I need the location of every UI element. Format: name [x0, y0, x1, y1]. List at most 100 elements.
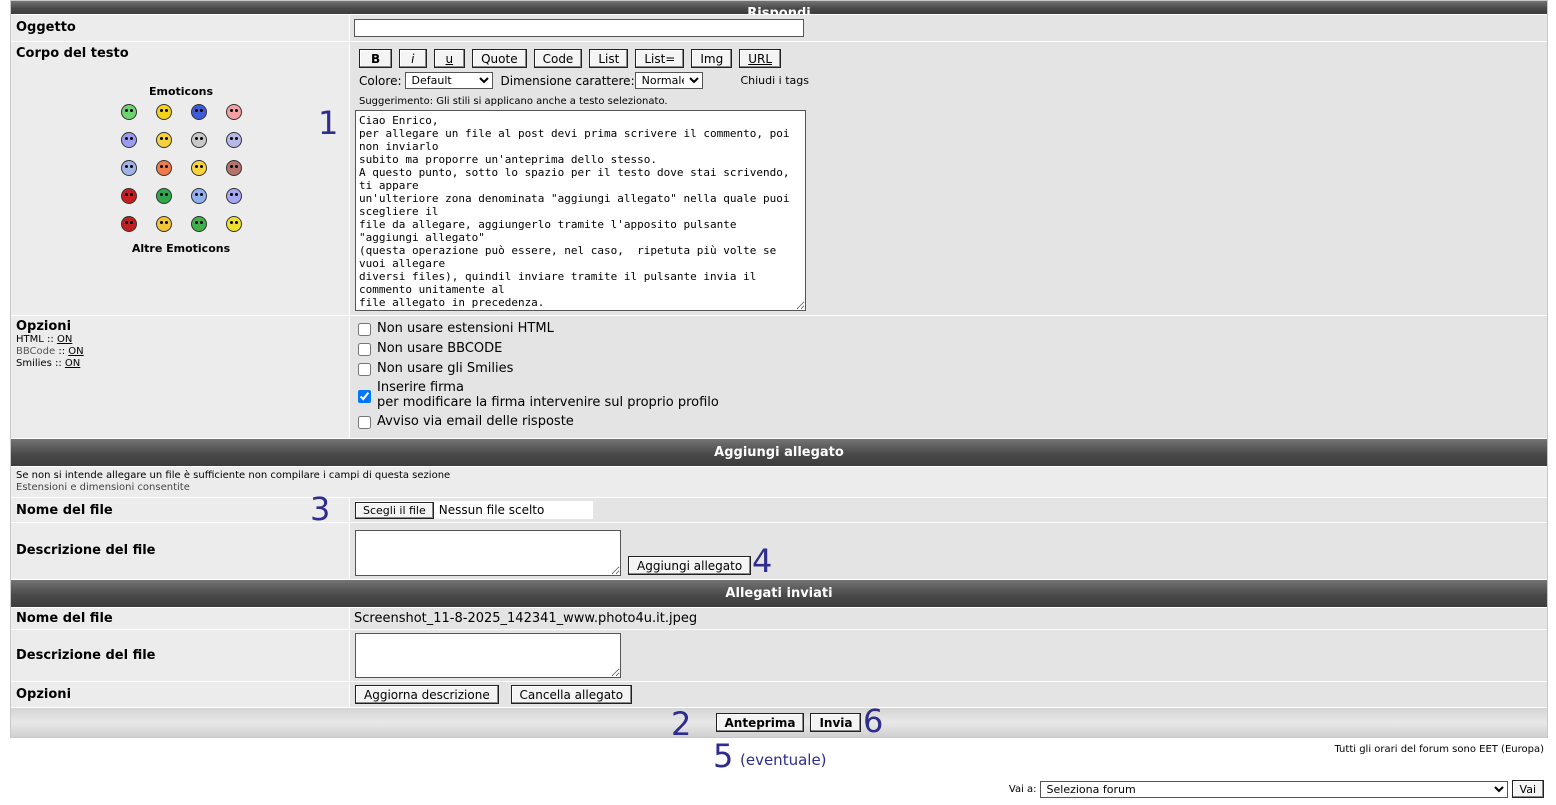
emoticon-8-icon[interactable] — [225, 132, 242, 148]
sent-description-row: Descrizione del file — [11, 630, 1547, 682]
file-picker[interactable]: Scegli il file Nessun file scelto — [355, 501, 593, 519]
emoticon-12-icon[interactable] — [225, 160, 242, 176]
style-hint: Suggerimento: Gli stili si applicano anc… — [359, 96, 668, 107]
font-size-label: Dimensione carattere: — [500, 73, 635, 88]
smilies-status: Smilies :: ON — [16, 358, 81, 369]
option-notify-email[interactable]: Avviso via email delle risposte — [358, 414, 1543, 429]
disable-bbcode-checkbox[interactable] — [358, 343, 371, 356]
attach-signature-checkbox[interactable] — [358, 389, 371, 403]
sent-file-row: Nome del file Screenshot_11-8-2025_14234… — [11, 608, 1547, 630]
emoticon-13-icon[interactable] — [120, 188, 137, 204]
file-description-label: Descrizione del file — [11, 523, 350, 579]
options-label-cell: Opzioni HTML :: ON BBCode :: ON Smilies … — [11, 316, 350, 438]
emoticon-6-icon[interactable] — [155, 132, 172, 148]
html-status: HTML :: ON — [16, 334, 73, 345]
subject-input[interactable] — [354, 19, 804, 37]
emoticon-10-icon[interactable] — [155, 160, 172, 176]
preview-button[interactable]: Anteprima — [715, 713, 805, 732]
options-label: Opzioni — [16, 319, 72, 334]
annotation-5: 5 — [713, 737, 734, 775]
format-list-eq-button[interactable]: List= — [635, 49, 685, 68]
font-size-select[interactable]: Normale — [634, 72, 703, 89]
body-label-cell: Corpo del testo Emoticons Altre Emoticon… — [11, 42, 350, 315]
no-file-chosen-text: Nessun file scelto — [438, 503, 545, 517]
attachment-description-row: Descrizione del file Aggiungi allegato — [11, 523, 1547, 580]
reply-header: Rispondi — [11, 1, 1547, 15]
option-disable-html[interactable]: Non usare estensioni HTML — [358, 321, 1543, 336]
emoticon-18-icon[interactable] — [155, 216, 172, 232]
annotation-5-note: (eventuale) — [740, 751, 827, 769]
html-on-link[interactable]: ON — [57, 334, 72, 345]
option-attach-signature[interactable]: Inserire firma per modificare la firma in… — [358, 380, 1543, 410]
attachment-file-row: Nome del file Scegli il file Nessun file… — [11, 498, 1547, 523]
sent-file-name: Screenshot_11-8-2025_142341_www.photo4u.… — [350, 608, 1547, 629]
emoticon-20-icon[interactable] — [225, 216, 242, 232]
annotation-6: 6 — [863, 702, 884, 740]
emoticon-15-icon[interactable] — [190, 188, 207, 204]
format-url-button[interactable]: URL — [739, 49, 782, 68]
sent-file-description-label: Descrizione del file — [11, 630, 350, 681]
subject-row: Oggetto — [11, 15, 1547, 42]
format-toolbar: Bi u Quote Code List List= Img URL — [359, 49, 1543, 68]
subject-label: Oggetto — [11, 15, 350, 41]
message-body-textarea[interactable] — [355, 110, 806, 311]
delete-attachment-button[interactable]: Cancella allegato — [510, 685, 633, 704]
smilies-on-link[interactable]: ON — [65, 358, 80, 369]
disable-html-checkbox[interactable] — [358, 323, 371, 336]
jump-to-forum: Vai a: Seleziona forum Vai — [1009, 780, 1544, 798]
annotation-2: 2 — [671, 705, 692, 743]
reply-form: Rispondi Oggetto Corpo del testo Emotico… — [10, 0, 1548, 738]
format-i-button[interactable]: i — [399, 49, 427, 68]
color-select[interactable]: Default — [404, 72, 493, 89]
notify-email-checkbox[interactable] — [358, 416, 371, 429]
submit-button[interactable]: Invia — [810, 713, 862, 732]
emoticon-2-icon[interactable] — [155, 104, 172, 120]
sent-file-name-label: Nome del file — [11, 608, 350, 629]
format-u-button[interactable]: u — [433, 49, 466, 68]
emoticon-14-icon[interactable] — [155, 188, 172, 204]
color-label: Colore: — [359, 73, 402, 88]
emoticon-5-icon[interactable] — [120, 132, 137, 148]
choose-file-button[interactable]: Scegli il file — [355, 501, 434, 519]
update-description-button[interactable]: Aggiorna descrizione — [355, 685, 499, 704]
timezone-note: Tutti gli orari del forum sono EET (Euro… — [1334, 744, 1544, 755]
disable-smilies-checkbox[interactable] — [358, 363, 371, 376]
emoticon-11-icon[interactable] — [190, 160, 207, 176]
add-attachment-button[interactable]: Aggiungi allegato — [628, 556, 752, 575]
emoticon-19-icon[interactable] — [190, 216, 207, 232]
bbcode-status: BBCode :: ON — [16, 346, 84, 357]
sent-options-row: Opzioni Aggiorna descrizione Cancella al… — [11, 682, 1547, 708]
emoticon-17-icon[interactable] — [120, 216, 137, 232]
close-tags-link[interactable]: Chiudi i tags — [740, 74, 809, 87]
allowed-extensions-link[interactable]: Estensioni e dimensioni consentite — [16, 482, 450, 494]
sent-description-textarea[interactable] — [355, 633, 621, 678]
jump-go-button[interactable]: Vai — [1511, 780, 1544, 798]
annotation-1: 1 — [318, 104, 339, 142]
forum-select[interactable]: Seleziona forum — [1039, 780, 1508, 798]
sent-options-label: Opzioni — [11, 682, 350, 707]
attachment-info-row: Se non si intende allegare un file è suf… — [11, 467, 1547, 498]
style-controls: Colore: Default Dimensione carattere: No… — [359, 72, 809, 89]
attachment-info: Se non si intende allegare un file è suf… — [16, 470, 451, 481]
emoticon-7-icon[interactable] — [190, 132, 207, 148]
body-row: Corpo del testo Emoticons Altre Emoticon… — [11, 42, 1547, 316]
file-name-label: Nome del file — [11, 498, 350, 522]
attachment-description-textarea[interactable] — [355, 530, 621, 576]
body-label: Corpo del testo — [16, 46, 129, 61]
emoticon-1-icon[interactable] — [120, 104, 137, 120]
emoticon-3-icon[interactable] — [190, 104, 207, 120]
option-disable-bbcode[interactable]: Non usare BBCODE — [358, 341, 1543, 356]
options-row: Opzioni HTML :: ON BBCode :: ON Smilies … — [11, 316, 1547, 439]
bbcode-on-link[interactable]: ON — [68, 346, 83, 357]
annotation-4: 4 — [752, 542, 773, 580]
more-emoticons-link[interactable]: Altre Emoticons — [16, 242, 346, 255]
option-disable-smilies[interactable]: Non usare gli Smilies — [358, 361, 1543, 376]
emoticon-16-icon[interactable] — [225, 188, 242, 204]
format-b-button[interactable]: B — [359, 49, 393, 68]
format-code-button[interactable]: Code — [533, 49, 583, 68]
format-img-button[interactable]: Img — [691, 49, 733, 68]
emoticon-9-icon[interactable] — [120, 160, 137, 176]
emoticon-4-icon[interactable] — [225, 104, 242, 120]
format-quote-button[interactable]: Quote — [472, 49, 527, 68]
format-list-button[interactable]: List — [589, 49, 629, 68]
